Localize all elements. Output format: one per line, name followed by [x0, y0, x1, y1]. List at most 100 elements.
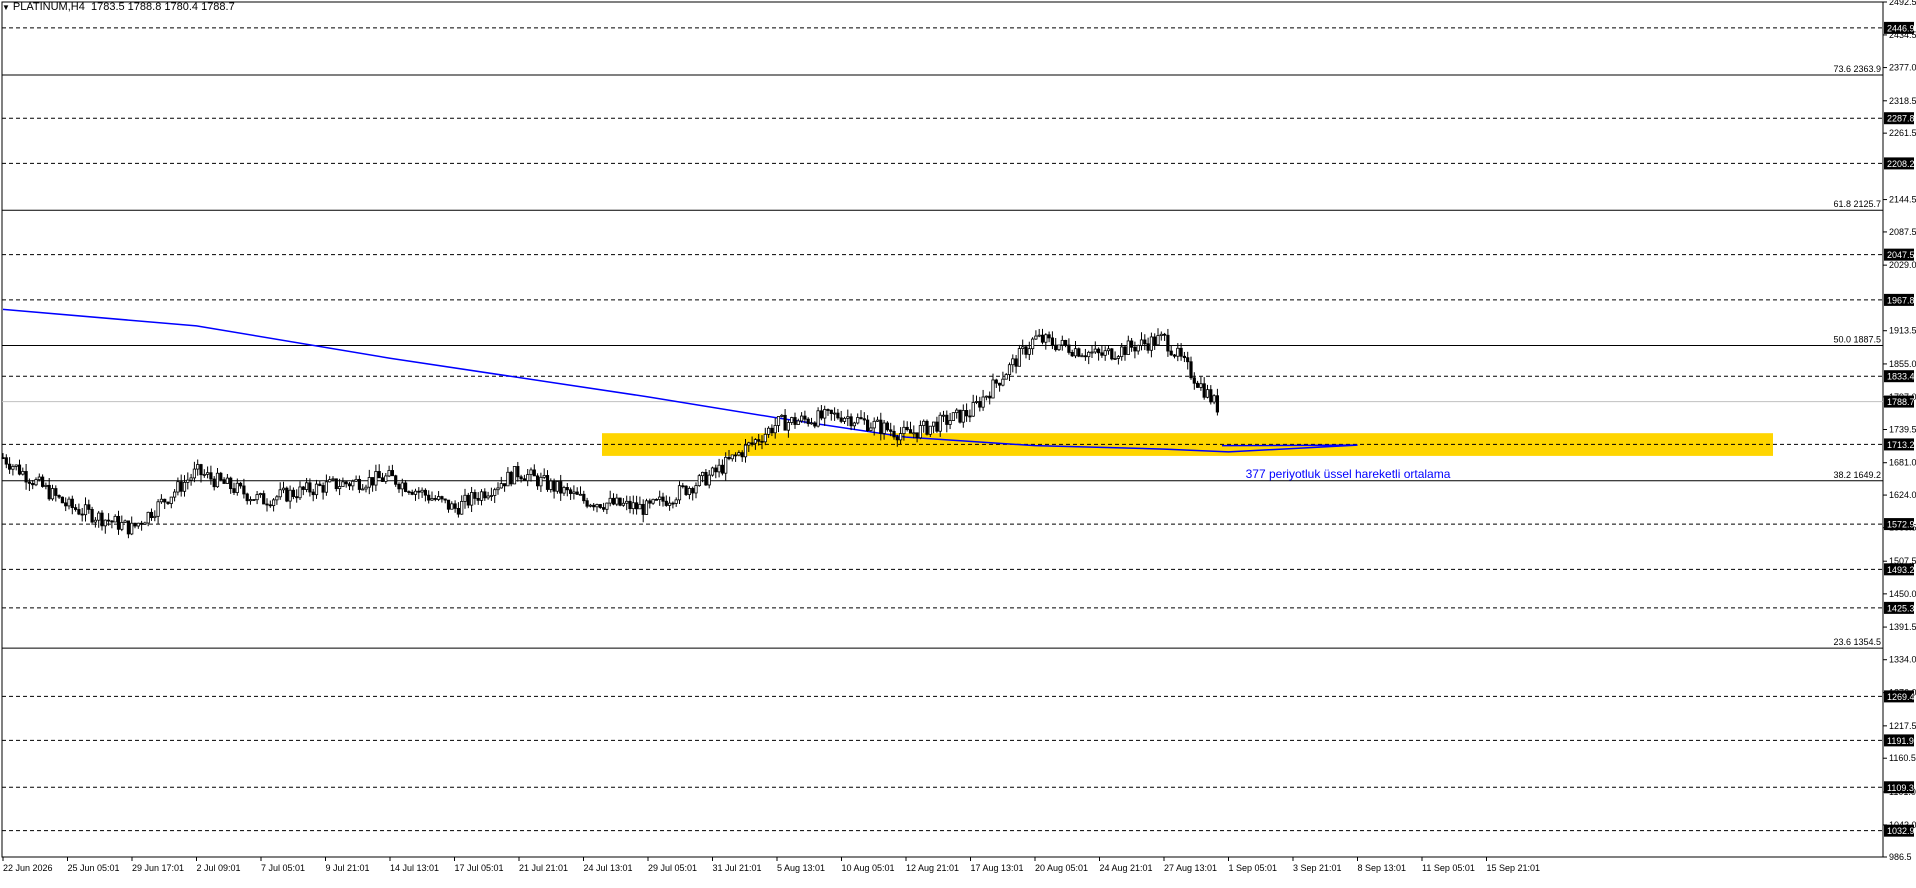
- price-axis-label: 2144.5: [1889, 195, 1916, 205]
- candle-body: [664, 500, 668, 506]
- candle-body: [509, 471, 513, 485]
- candle-body: [205, 472, 210, 475]
- ema-377-line[interactable]: [2, 308, 1358, 453]
- candle-body: [1212, 395, 1216, 403]
- candle-body: [486, 495, 490, 499]
- candle-body: [1202, 383, 1206, 398]
- candle-body: [433, 498, 437, 500]
- candle-body: [149, 511, 154, 519]
- candle-body: [948, 420, 952, 425]
- candle-body: [331, 478, 335, 481]
- candle-body: [1017, 348, 1022, 367]
- candle-body: [163, 498, 167, 503]
- candle-body: [341, 481, 345, 487]
- candle-body: [1179, 347, 1183, 357]
- candle-body: [1136, 345, 1140, 352]
- candle-body: [569, 489, 573, 494]
- candle-body: [357, 478, 362, 490]
- candle-body: [41, 476, 45, 487]
- candle-body: [575, 491, 579, 495]
- time-axis-label: 22 Jun 2026: [3, 863, 53, 873]
- candle-body: [83, 504, 88, 516]
- candle-body: [641, 503, 645, 515]
- candle-body: [502, 483, 507, 487]
- candle-body: [107, 519, 111, 522]
- time-axis-label: 9 Jul 21:01: [326, 863, 370, 873]
- price-chart[interactable]: 73.6 2363.9 61.8 2125.7 50.0 1887.5 38.2 16…: [0, 0, 1916, 888]
- candle-body: [496, 487, 500, 491]
- time-axis-label: 12 Aug 21:01: [906, 863, 959, 873]
- candle-body: [915, 432, 919, 439]
- candle-body: [417, 490, 421, 493]
- candle-body: [166, 501, 170, 504]
- candle-body: [1, 457, 5, 460]
- candle-body: [202, 473, 206, 476]
- candle-body: [529, 469, 533, 476]
- candle-body: [1156, 335, 1160, 346]
- candle-body: [816, 410, 820, 427]
- candle-body: [209, 472, 213, 480]
- candle-body: [724, 456, 728, 474]
- candle-body: [941, 414, 946, 417]
- candle-body: [271, 499, 276, 507]
- candle-body: [681, 485, 685, 488]
- candle-body: [1143, 339, 1147, 345]
- candle-body: [572, 491, 576, 494]
- candle-body: [1037, 334, 1041, 337]
- candle-body: [899, 433, 903, 441]
- candle-body: [186, 479, 190, 483]
- level-price-tag: 1425.3: [1887, 603, 1915, 613]
- candle-body: [925, 420, 929, 435]
- symbol-label: PLATINUM,H4: [12, 1, 85, 13]
- time-axis-label: 1 Sep 05:01: [1229, 863, 1278, 873]
- candle-body: [176, 481, 180, 493]
- candle-body: [813, 422, 817, 427]
- candle-body: [1031, 338, 1035, 350]
- candle-body: [1007, 364, 1012, 375]
- candle-body: [717, 464, 721, 473]
- candle-body: [361, 488, 365, 491]
- candle-body: [549, 480, 553, 490]
- candle-body: [159, 498, 163, 503]
- candle-body: [1083, 355, 1087, 358]
- collapse-triangle-icon[interactable]: ▼: [2, 3, 10, 12]
- candle-body: [819, 410, 824, 419]
- candle-body: [77, 509, 81, 515]
- fibonacci-label: 38.2 1649.2: [1833, 470, 1881, 480]
- candle-body: [44, 484, 48, 487]
- candle-body: [90, 509, 94, 523]
- candle-body: [1044, 334, 1048, 343]
- candle-body: [1093, 348, 1097, 353]
- candle-body: [971, 402, 975, 417]
- candle-body: [1080, 355, 1084, 358]
- time-axis-label: 24 Aug 21:01: [1100, 863, 1153, 873]
- candle-body: [852, 422, 857, 427]
- candle-body: [1133, 346, 1137, 352]
- candle-body: [17, 464, 22, 475]
- candle-body: [912, 432, 916, 435]
- candle-body: [1215, 395, 1219, 413]
- candle-body: [64, 502, 68, 507]
- candle-body: [420, 489, 424, 493]
- candle-body: [578, 493, 583, 496]
- candle-body: [54, 488, 58, 496]
- candle-body: [644, 500, 649, 515]
- candle-body: [776, 416, 781, 426]
- candle-body: [836, 412, 840, 419]
- candle-body: [512, 466, 517, 485]
- candle-body: [978, 401, 982, 408]
- candle-body: [364, 486, 368, 490]
- candle-body: [24, 471, 28, 483]
- level-price-tag: 1833.4: [1887, 372, 1915, 382]
- candle-body: [1064, 339, 1068, 346]
- candle-body: [11, 466, 15, 470]
- candle-body: [453, 503, 457, 509]
- time-axis-label: 29 Jun 17:01: [132, 863, 184, 873]
- candle-body: [694, 485, 698, 494]
- candle-body: [1163, 333, 1167, 336]
- candle-body: [687, 488, 692, 495]
- candle-body: [245, 493, 249, 502]
- candle-body: [892, 430, 896, 438]
- candle-body: [1153, 336, 1157, 346]
- candle-body: [446, 499, 451, 510]
